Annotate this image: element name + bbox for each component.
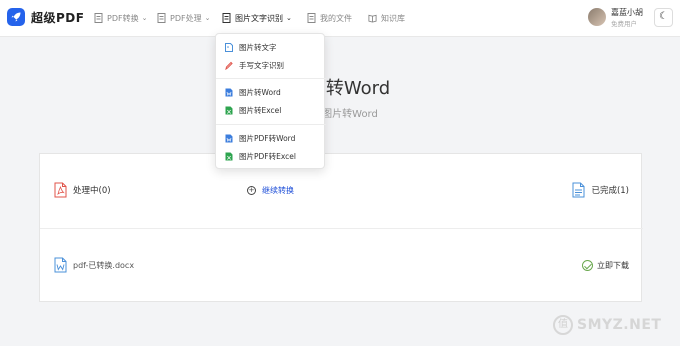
rocket-logo-icon[interactable] xyxy=(7,8,25,26)
pen-icon xyxy=(225,61,233,70)
menu-item-image-pdf-to-word[interactable]: 图片PDF转Word xyxy=(225,133,295,144)
file-name: pdf-已转换.docx xyxy=(73,260,135,270)
document-icon xyxy=(157,13,166,23)
chevron-down-icon: ⌄ xyxy=(204,14,211,22)
ocr-dropdown-menu: 图片转文字 手写文字识别 图片转Word 图片转Excel 图片PDF转Word… xyxy=(215,33,326,169)
user-role: 免费用户 xyxy=(611,20,637,28)
page-title: 图片转Word xyxy=(289,78,391,99)
nav-label: PDF处理 xyxy=(170,13,202,23)
nav-my-files[interactable]: 我的文件 xyxy=(307,11,352,25)
menu-item-label: 图片PDF转Excel xyxy=(239,152,296,161)
menu-item-image-to-word[interactable]: 图片转Word xyxy=(225,87,281,98)
divider xyxy=(40,228,643,229)
excel-icon xyxy=(225,106,233,115)
nav-pdf-convert[interactable]: PDF转换 ⌄ xyxy=(94,11,147,25)
watermark: 值 SMYZ.NET xyxy=(553,315,661,335)
document-icon xyxy=(94,13,103,23)
word-icon xyxy=(225,88,233,97)
conversion-panel: 处理中(0) + 继续转换 已完成(1) pdf-已转换.docx 立即下载 xyxy=(39,153,643,302)
book-icon xyxy=(368,14,377,23)
file-list-item: pdf-已转换.docx xyxy=(54,257,134,273)
nav-image-ocr[interactable]: 图片文字识别 ⌄ xyxy=(222,11,292,25)
menu-item-label: 图片PDF转Word xyxy=(239,134,296,143)
processing-label: 处理中(0) xyxy=(73,186,111,196)
menu-item-image-to-excel[interactable]: 图片转Excel xyxy=(225,105,281,116)
plus-circle-icon: + xyxy=(247,186,256,195)
divider xyxy=(216,78,326,79)
nav-label: 我的文件 xyxy=(320,13,352,23)
check-circle-icon xyxy=(582,260,593,271)
nav-pdf-process[interactable]: PDF处理 ⌄ xyxy=(157,11,210,25)
chevron-down-icon: ⌄ xyxy=(141,14,148,22)
word-file-icon xyxy=(54,257,67,273)
divider xyxy=(216,124,326,125)
menu-item-image-pdf-to-excel[interactable]: 图片PDF转Excel xyxy=(225,151,296,162)
nav-label: 图片文字识别 xyxy=(235,13,283,23)
watermark-text: SMYZ.NET xyxy=(577,317,662,333)
download-label: 立即下载 xyxy=(597,261,629,270)
menu-item-label: 图片转Word xyxy=(239,88,281,97)
word-icon xyxy=(225,134,233,143)
top-nav-bar: 超级PDF PDF转换 ⌄ PDF处理 ⌄ 图片文字识别 ⌄ 我的文件 知识库 … xyxy=(0,0,680,37)
page-subtitle: 免费图片转Word xyxy=(302,109,378,120)
menu-item-handwriting-ocr[interactable]: 手写文字识别 xyxy=(225,60,284,71)
document-icon xyxy=(307,13,316,23)
document-icon xyxy=(222,13,231,23)
watermark-logo-icon: 值 xyxy=(553,315,573,335)
completed-status: 已完成(1) xyxy=(572,182,629,198)
download-button[interactable]: 立即下载 xyxy=(582,260,629,271)
completed-label: 已完成(1) xyxy=(591,186,629,196)
brand-name[interactable]: 超级PDF xyxy=(31,9,84,26)
nav-label: 知识库 xyxy=(381,13,405,23)
dark-mode-toggle[interactable]: ☾ xyxy=(654,8,673,27)
avatar[interactable] xyxy=(588,8,606,26)
continue-convert-button[interactable]: + 继续转换 xyxy=(247,185,294,196)
processing-status: 处理中(0) xyxy=(54,182,111,198)
chevron-down-icon: ⌄ xyxy=(286,14,292,22)
user-name[interactable]: 嘉蓝小胡 xyxy=(611,7,643,18)
menu-item-image-to-text[interactable]: 图片转文字 xyxy=(225,42,277,53)
document-icon xyxy=(572,182,585,198)
excel-icon xyxy=(225,152,233,161)
nav-knowledge-base[interactable]: 知识库 xyxy=(368,11,405,25)
pdf-file-icon xyxy=(54,182,67,198)
menu-item-label: 图片转Excel xyxy=(239,106,282,115)
nav-label: PDF转换 xyxy=(107,13,139,23)
menu-item-label: 手写文字识别 xyxy=(239,61,284,70)
image-doc-icon xyxy=(225,43,233,52)
menu-item-label: 图片转文字 xyxy=(239,43,277,52)
moon-icon: ☾ xyxy=(659,11,668,22)
continue-label: 继续转换 xyxy=(262,186,294,195)
